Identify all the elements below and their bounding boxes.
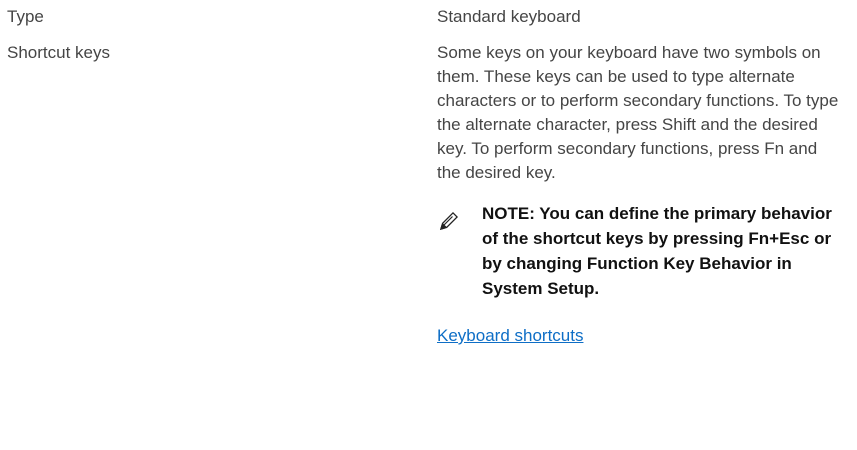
spec-row-shortcut-keys: Shortcut keys Some keys on your keyboard… [7,41,847,348]
pencil-note-icon [437,209,461,233]
note-block: NOTE: You can define the primary behavio… [437,201,842,301]
spec-label-type: Type [7,7,44,26]
spec-value-shortcut-keys: Some keys on your keyboard have two symb… [437,41,842,348]
spec-row-type: Type Standard keyboard [7,0,847,41]
keyboard-shortcuts-link[interactable]: Keyboard shortcuts [437,324,583,348]
spec-label-shortcut-keys: Shortcut keys [7,43,110,62]
keyboard-spec-table: Type Standard keyboard Shortcut keys Som… [7,0,847,348]
shortcut-keys-description: Some keys on your keyboard have two symb… [437,43,839,182]
spec-value-type: Standard keyboard [437,7,581,26]
note-text: NOTE: You can define the primary behavio… [482,204,832,298]
